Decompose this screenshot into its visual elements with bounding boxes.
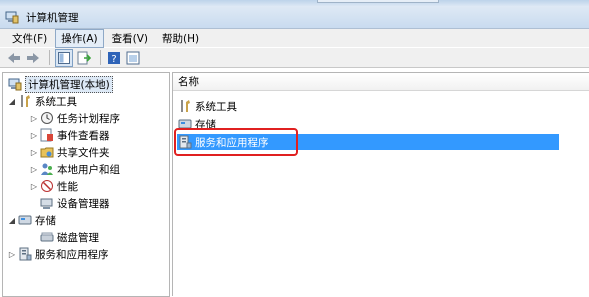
back-arrow-icon[interactable] xyxy=(6,50,22,66)
toolbar-separator xyxy=(49,50,50,65)
console-tree: 计算机管理(本地) ◢ 系统工具 ▷ 任务计划程序 ▷ 事件查看器 ▷ 共享文件… xyxy=(2,72,170,297)
tree-item-event-viewer[interactable]: ▷ 事件查看器 xyxy=(29,127,110,143)
window-title: 计算机管理 xyxy=(26,11,79,24)
disk-icon xyxy=(40,230,54,244)
tree-item-storage[interactable]: ◢ 存储 xyxy=(7,212,56,228)
shared-folder-icon xyxy=(40,145,54,159)
menu-view[interactable]: 查看(V) xyxy=(106,29,154,48)
tree-item-shared-folders[interactable]: ▷ 共享文件夹 xyxy=(29,144,110,160)
tools-icon xyxy=(178,99,192,113)
tree-label: 磁盘管理 xyxy=(57,231,99,244)
tree-item-device-manager[interactable]: 设备管理器 xyxy=(39,195,110,211)
services-icon xyxy=(18,247,32,261)
background-window xyxy=(317,0,439,3)
computer-management-icon xyxy=(8,77,22,91)
properties-icon[interactable] xyxy=(125,50,141,66)
expanded-triangle-icon[interactable]: ◢ xyxy=(7,216,17,225)
tree-label: 共享文件夹 xyxy=(57,146,110,159)
tree-label: 设备管理器 xyxy=(57,197,110,210)
show-tree-icon[interactable] xyxy=(55,48,73,67)
computer-management-icon xyxy=(5,10,19,24)
tree-label: 存储 xyxy=(35,214,56,227)
collapsed-triangle-icon[interactable]: ▷ xyxy=(29,165,39,174)
tree-label: 本地用户和组 xyxy=(57,163,120,176)
menu-bar: 文件(F) 操作(A) 查看(V) 帮助(H) xyxy=(0,28,589,48)
performance-icon xyxy=(40,179,54,193)
export-list-icon[interactable] xyxy=(76,50,92,66)
column-header-label: 名称 xyxy=(178,76,199,88)
storage-icon xyxy=(18,213,32,227)
tree-item-performance[interactable]: ▷ 性能 xyxy=(29,178,78,194)
toolbar-separator xyxy=(100,50,101,65)
tree-item-disk-management[interactable]: 磁盘管理 xyxy=(39,229,99,245)
collapsed-triangle-icon[interactable]: ▷ xyxy=(29,182,39,191)
collapsed-triangle-icon[interactable]: ▷ xyxy=(29,131,39,140)
list-item-system-tools[interactable]: 系统工具 xyxy=(177,98,237,114)
tree-label: 性能 xyxy=(57,180,78,193)
tree-label: 事件查看器 xyxy=(57,129,110,142)
tree-item-local-users-groups[interactable]: ▷ 本地用户和组 xyxy=(29,161,120,177)
collapsed-triangle-icon[interactable]: ▷ xyxy=(7,250,17,259)
menu-action[interactable]: 操作(A) xyxy=(55,28,104,48)
event-viewer-icon xyxy=(40,128,54,142)
tree-item-system-tools[interactable]: ◢ 系统工具 xyxy=(7,93,77,109)
help-icon[interactable]: ? xyxy=(106,50,122,66)
expanded-triangle-icon[interactable]: ◢ xyxy=(7,97,17,106)
title-bar: 计算机管理 xyxy=(0,6,589,29)
toolbar: ? xyxy=(0,48,589,68)
collapsed-triangle-icon[interactable]: ▷ xyxy=(29,114,39,123)
column-header-name[interactable]: 名称 xyxy=(173,73,589,91)
details-pane: 名称 系统工具 存储 服务和应用程序 xyxy=(172,72,589,296)
tree-item-root[interactable]: 计算机管理(本地) xyxy=(7,75,113,93)
tree-label: 计算机管理(本地) xyxy=(25,75,113,93)
tree-label: 系统工具 xyxy=(35,95,77,108)
menu-file[interactable]: 文件(F) xyxy=(6,29,53,48)
tree-label: 服务和应用程序 xyxy=(35,248,109,261)
tools-icon xyxy=(18,94,32,108)
clock-icon xyxy=(40,111,54,125)
svg-text:?: ? xyxy=(111,54,116,65)
collapsed-triangle-icon[interactable]: ▷ xyxy=(29,148,39,157)
forward-arrow-icon[interactable] xyxy=(25,50,41,66)
tree-item-task-scheduler[interactable]: ▷ 任务计划程序 xyxy=(29,110,120,126)
users-icon xyxy=(40,162,54,176)
tree-item-services-apps[interactable]: ▷ 服务和应用程序 xyxy=(7,246,109,262)
red-highlight-annotation xyxy=(174,128,298,156)
menu-help[interactable]: 帮助(H) xyxy=(156,29,205,48)
list-item-label: 系统工具 xyxy=(195,100,237,113)
tree-label: 任务计划程序 xyxy=(57,112,120,125)
device-manager-icon xyxy=(40,196,54,210)
